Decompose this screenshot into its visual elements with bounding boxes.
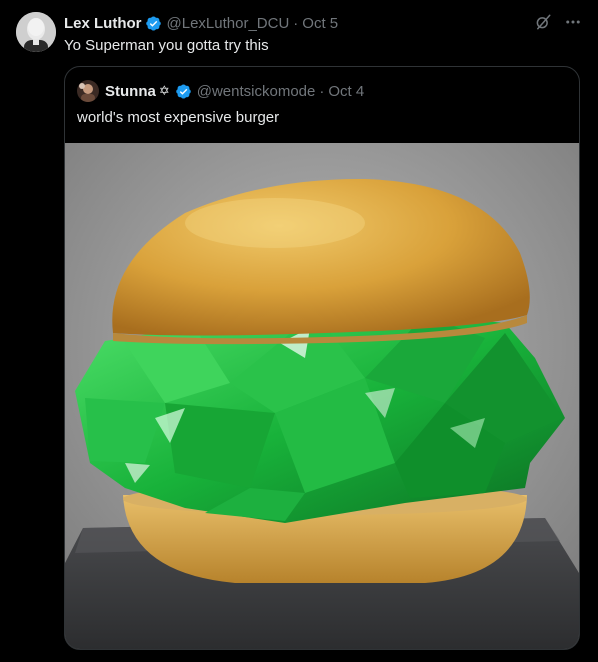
- grok-icon[interactable]: [534, 13, 552, 31]
- emerald-burger-image: [65, 143, 579, 649]
- quoted-tweet-header: Stunna ✡ @wentsickomode · Oct 4: [77, 80, 567, 102]
- quoted-avatar-image: [77, 80, 99, 102]
- verified-badge-icon[interactable]: [145, 15, 162, 32]
- tweet[interactable]: Lex Luthor @LexLuthor_DCU · Oct 5 Yo Sup…: [0, 0, 598, 662]
- quoted-separator-dot: ·: [319, 82, 325, 100]
- header-actions: [534, 13, 582, 31]
- star-of-david-icon: ✡: [158, 83, 170, 98]
- tweet-text: Yo Superman you gotta try this: [64, 37, 269, 54]
- quoted-tweet-text: world's most expensive burger: [77, 109, 280, 126]
- avatar[interactable]: [16, 12, 56, 52]
- quoted-avatar[interactable]: [77, 80, 99, 102]
- tweet-date[interactable]: Oct 5: [302, 15, 338, 32]
- quoted-tweet[interactable]: Stunna ✡ @wentsickomode · Oct 4 world's …: [64, 66, 580, 650]
- author-handle[interactable]: @LexLuthor_DCU: [167, 15, 290, 32]
- quoted-verified-badge-icon[interactable]: [175, 83, 192, 100]
- quoted-tweet-date[interactable]: Oct 4: [328, 83, 364, 100]
- quoted-author-name[interactable]: Stunna: [105, 83, 156, 100]
- more-icon[interactable]: [564, 13, 582, 31]
- separator-dot: ·: [293, 14, 299, 32]
- avatar-image: [16, 12, 56, 52]
- tweet-header: Lex Luthor @LexLuthor_DCU · Oct 5: [64, 13, 582, 33]
- quoted-media-image[interactable]: [65, 143, 579, 649]
- quoted-author-handle[interactable]: @wentsickomode: [197, 83, 316, 100]
- author-name[interactable]: Lex Luthor: [64, 15, 142, 32]
